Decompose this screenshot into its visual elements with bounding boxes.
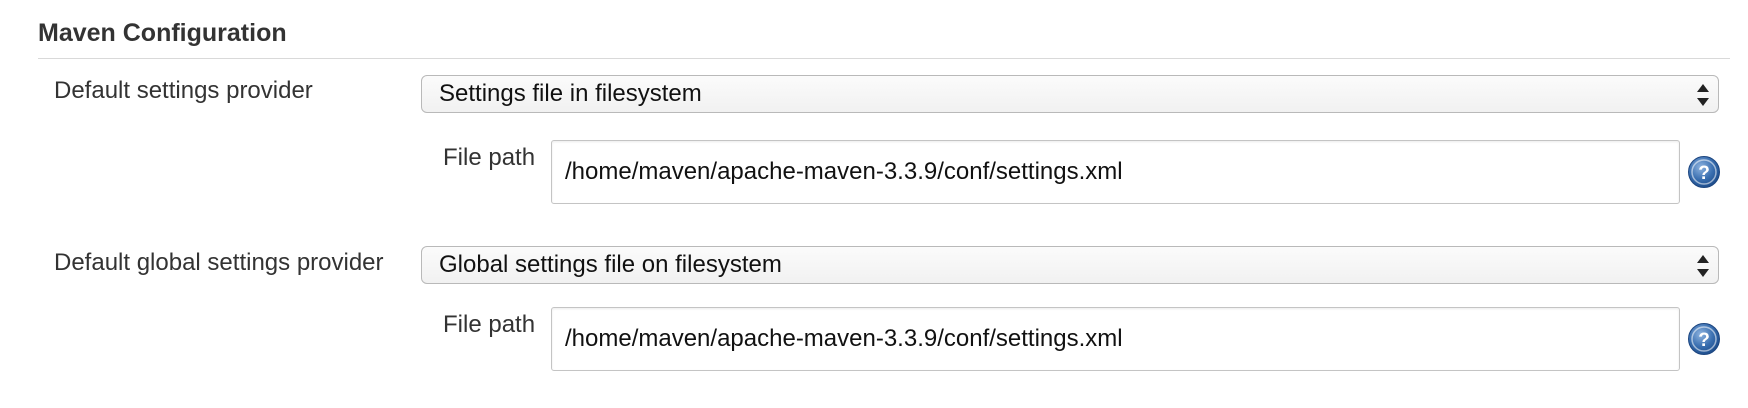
settings-file-path-input[interactable] [551,140,1680,204]
global-settings-provider-select[interactable]: Global settings file on filesystem [421,246,1719,284]
chevron-up-down-icon [1697,84,1709,106]
svg-text:?: ? [1698,330,1710,351]
settings-provider-select[interactable]: Settings file in filesystem [421,75,1719,113]
chevron-up-down-icon [1697,255,1709,277]
help-icon[interactable]: ? [1687,322,1721,356]
settings-provider-selected-value: Settings file in filesystem [439,80,702,107]
svg-text:?: ? [1698,163,1710,184]
help-icon[interactable]: ? [1687,155,1721,189]
global-settings-provider-label: Default global settings provider [54,249,384,276]
global-settings-provider-selected-value: Global settings file on filesystem [439,251,782,278]
global-settings-file-path-label: File path [443,311,536,338]
maven-configuration-section: Maven Configuration Default settings pro… [0,0,1748,408]
section-divider [38,58,1730,59]
section-title: Maven Configuration [38,19,287,47]
global-settings-file-path-input[interactable] [551,307,1680,371]
settings-provider-label: Default settings provider [54,77,313,104]
settings-file-path-label: File path [443,144,536,171]
